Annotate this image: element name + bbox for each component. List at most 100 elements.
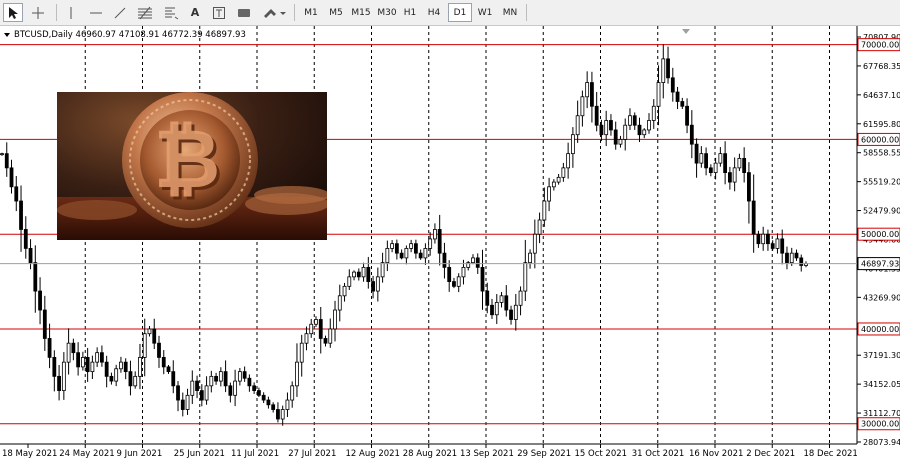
candle-body xyxy=(428,238,433,249)
candle-body xyxy=(461,266,466,278)
candle-body xyxy=(390,243,395,249)
candle-body xyxy=(556,176,561,183)
text-label-icon[interactable] xyxy=(210,3,228,22)
text-icon[interactable]: A xyxy=(186,3,204,22)
candle-body xyxy=(594,105,599,126)
candle-body xyxy=(404,248,409,259)
candle-body xyxy=(613,129,618,145)
candle-body xyxy=(756,233,761,245)
y-tick-label: 31112.70 xyxy=(863,409,900,418)
timeframe-w1[interactable]: W1 xyxy=(473,3,497,22)
x-tick-label: 25 Jun 2021 xyxy=(174,449,225,459)
gann-icon[interactable] xyxy=(160,3,182,22)
candle-body xyxy=(23,229,28,249)
candle-body xyxy=(318,319,323,339)
candle-body xyxy=(214,375,218,382)
candle-body xyxy=(680,101,685,107)
candle-body xyxy=(256,390,261,396)
candle-body xyxy=(409,243,414,249)
timeframe-m30[interactable]: M30 xyxy=(374,3,400,22)
x-tick-label: 29 Sep 2021 xyxy=(517,449,571,459)
candle-body xyxy=(785,252,789,264)
candle-body xyxy=(147,328,152,335)
candle-body xyxy=(157,342,161,358)
y-tick-label: 52479.90 xyxy=(863,207,900,216)
candle-body xyxy=(794,252,799,259)
trendline-icon[interactable] xyxy=(110,3,130,22)
x-tick-label: 16 Nov 2021 xyxy=(689,449,743,459)
chart-area[interactable]: 70807.90 67768.35 64637.10 61595.80 58558.55… xyxy=(0,26,900,464)
candle-body xyxy=(180,399,185,410)
candle-body xyxy=(394,243,399,254)
candle-body xyxy=(314,319,318,325)
timeframe-h4[interactable]: H4 xyxy=(422,3,446,22)
candle-body xyxy=(171,371,176,387)
candle-body xyxy=(433,229,437,240)
timeframe-mn[interactable]: MN xyxy=(498,3,522,22)
candle-body xyxy=(361,266,366,278)
toolbar-separator xyxy=(56,4,57,21)
timeframe-m1[interactable]: M1 xyxy=(299,3,323,22)
candle-body xyxy=(66,342,71,363)
candle-body xyxy=(204,385,209,401)
candle-body xyxy=(532,233,537,254)
candle-body xyxy=(528,252,532,264)
crosshair-icon[interactable] xyxy=(27,3,49,22)
candle-body xyxy=(518,290,523,306)
candle-body xyxy=(504,295,509,311)
candle-body xyxy=(71,342,76,354)
timeframe-m5[interactable]: M5 xyxy=(324,3,348,22)
candle-body xyxy=(713,162,718,173)
candle-body xyxy=(418,252,423,259)
fibonacci-icon[interactable] xyxy=(134,3,156,22)
candle-body xyxy=(385,248,390,264)
x-tick-label: 13 Sep 2021 xyxy=(460,449,514,459)
candle-body xyxy=(704,153,708,169)
x-tick-label: 27 Jul 2021 xyxy=(288,449,336,459)
candle-body xyxy=(380,262,385,278)
candle-body xyxy=(590,82,594,107)
candle-body xyxy=(52,357,57,377)
candle-body xyxy=(104,361,109,377)
candle-body xyxy=(628,115,632,126)
timeframe-m15[interactable]: M15 xyxy=(348,3,374,22)
candle-body xyxy=(723,153,728,173)
candle-body xyxy=(766,233,770,245)
candle-body xyxy=(228,385,233,396)
candle-body xyxy=(618,139,623,145)
candle-body xyxy=(57,375,61,391)
candle-body xyxy=(290,385,295,401)
candle-body xyxy=(637,124,642,136)
x-tick-label: 2 Dec 2021 xyxy=(746,449,795,459)
y-tick-label: 28073.94 xyxy=(863,438,900,447)
candle-body xyxy=(209,375,214,387)
candle-body xyxy=(456,276,461,287)
candle-body xyxy=(623,124,628,140)
candle-body xyxy=(114,368,119,382)
rectangle-icon[interactable] xyxy=(234,3,254,22)
candle-body xyxy=(276,409,280,420)
timeframe-d1[interactable]: D1 xyxy=(448,3,472,22)
horizontal-line-icon[interactable] xyxy=(86,3,106,22)
candle-body xyxy=(561,167,566,178)
candle-body xyxy=(337,295,342,311)
candle-body xyxy=(447,266,452,282)
candle-body xyxy=(80,357,85,368)
candle-body xyxy=(485,290,490,306)
candle-body xyxy=(352,271,356,278)
candle-body xyxy=(399,252,404,259)
cursor-icon[interactable] xyxy=(3,3,23,22)
candle-body xyxy=(323,338,328,344)
candle-body xyxy=(570,134,575,155)
candle-body xyxy=(685,105,689,126)
candle-body xyxy=(509,309,513,320)
vertical-line-icon[interactable] xyxy=(62,3,80,22)
candle-body xyxy=(152,328,157,344)
candle-body xyxy=(242,371,247,379)
arrows-icon[interactable] xyxy=(260,3,288,22)
candle-body xyxy=(33,262,38,292)
x-tick-label: 15 Oct 2021 xyxy=(575,449,628,459)
candle-body xyxy=(523,262,528,292)
candle-body xyxy=(452,281,456,287)
timeframe-h1[interactable]: H1 xyxy=(398,3,422,22)
